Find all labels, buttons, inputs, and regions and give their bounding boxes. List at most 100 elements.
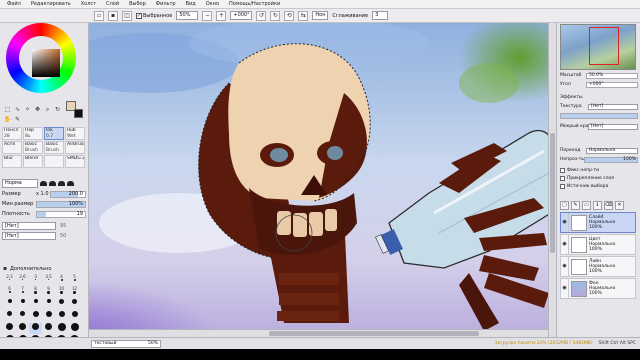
hand-icon[interactable]: ✋: [3, 115, 12, 124]
document-tab[interactable]: тестовый 50%: [91, 340, 161, 348]
brush-size-preset[interactable]: [42, 323, 55, 334]
brush-shape-flat-icon[interactable]: [58, 181, 65, 186]
select-icon[interactable]: ⬚: [3, 105, 12, 114]
brush-tool-airbrush[interactable]: AirBrush: [65, 141, 85, 154]
eye-icon[interactable]: ◉: [561, 257, 569, 276]
zoom-in-button[interactable]: +: [216, 10, 227, 21]
brush-tool-empty[interactable]: [44, 155, 64, 168]
menu-window[interactable]: Окно: [201, 1, 224, 7]
menu-file[interactable]: Файл: [2, 1, 26, 7]
layer-item[interactable]: ◉ Фон Нормально 100%: [560, 278, 636, 299]
nav-zoom-field[interactable]: 50.0%: [586, 72, 638, 79]
size-multiplier[interactable]: x 1.0: [36, 191, 50, 197]
eye-icon[interactable]: ◉: [561, 235, 569, 254]
zoom-out-button[interactable]: −: [202, 10, 213, 21]
brush-tool-blur[interactable]: Blur: [2, 155, 22, 168]
menu-canvas[interactable]: Холст: [76, 1, 101, 7]
blend-mode-select[interactable]: Нормально: [586, 147, 638, 154]
brush-size-preset[interactable]: [29, 311, 42, 322]
reset-rotation-button[interactable]: ⟲: [284, 10, 295, 21]
texture-scale-slider[interactable]: [560, 112, 638, 119]
move-icon[interactable]: ✥: [33, 105, 42, 114]
brush-tool-pen[interactable]: Пер 8ь: [23, 127, 43, 140]
advanced-toggle[interactable]: ▪ Дополнительно: [2, 266, 52, 273]
brush-size-preset[interactable]: [29, 299, 42, 310]
brush-tool-blend[interactable]: Blend: [23, 155, 43, 168]
eye-icon[interactable]: ◉: [561, 213, 569, 232]
layer-item[interactable]: ◉ Слой4 Нормально 100%: [560, 212, 636, 233]
clip-layer-row[interactable]: Прикрепление слоя: [560, 175, 638, 182]
brush-tool-pencil[interactable]: Пенсл 28: [2, 127, 22, 140]
fix-opacity-row[interactable]: Фикс непр-ти: [560, 167, 638, 174]
brush-size-preset[interactable]: [29, 323, 42, 334]
brush-size-preset[interactable]: [55, 323, 68, 334]
brush-size-preset[interactable]: 3.5: [42, 275, 55, 286]
navigator-preview[interactable]: [560, 24, 636, 70]
brush-tool-smdg[interactable]: SMDG 2: [65, 155, 85, 168]
brush-size-preset[interactable]: 7: [16, 287, 29, 298]
effects-header[interactable]: Эффекты: [560, 94, 638, 101]
drawing-canvas[interactable]: [89, 23, 551, 336]
zoom-icon[interactable]: ⌕: [43, 105, 52, 114]
brush-size-preset[interactable]: [3, 311, 16, 322]
clip-layer-checkbox[interactable]: [560, 176, 565, 181]
fix-opacity-checkbox[interactable]: [560, 168, 565, 173]
brush-size-preset[interactable]: 9: [42, 287, 55, 298]
color-wheel[interactable]: [6, 23, 76, 93]
brush-shape-round-icon[interactable]: [40, 181, 47, 186]
brush-size-preset[interactable]: 3: [29, 275, 42, 286]
flip-button[interactable]: ⇆: [298, 10, 309, 21]
secondary-color-swatch[interactable]: [74, 109, 83, 118]
new-folder-icon[interactable]: ▭: [582, 201, 591, 210]
brush-shape-hard-icon[interactable]: [67, 181, 74, 186]
brush-size-preset[interactable]: 10: [55, 287, 68, 298]
brush-size-preset[interactable]: 2.3: [3, 275, 16, 286]
horizontal-scroll-thumb[interactable]: [269, 331, 479, 336]
zoom-field[interactable]: 50%: [176, 11, 199, 20]
brush-size-preset[interactable]: 5: [68, 275, 81, 286]
stabilizer-mode-select[interactable]: Нон: [312, 11, 329, 20]
brush-size-preset[interactable]: [68, 311, 81, 322]
new-layer-icon[interactable]: ▢: [560, 201, 569, 210]
brush-size-preset[interactable]: [16, 299, 29, 310]
brush-size-preset[interactable]: 8: [29, 287, 42, 298]
rotate-right-button[interactable]: ↻: [270, 10, 281, 21]
brush-size-preset[interactable]: [55, 299, 68, 310]
delete-layer-icon[interactable]: ✕: [615, 201, 624, 210]
deselect-button[interactable]: ▫: [94, 10, 104, 21]
rotate-left-button[interactable]: ↺: [256, 10, 267, 21]
brush-tool-acrylic[interactable]: Acrili: [2, 141, 22, 154]
show-selection-button[interactable]: ◫: [122, 10, 132, 21]
brush-tool-basic-2[interactable]: Basic Brush: [44, 141, 64, 154]
selection-source-checkbox[interactable]: [560, 184, 565, 189]
wand-icon[interactable]: ✧: [23, 105, 32, 114]
brush-size-preset[interactable]: [55, 311, 68, 322]
brush-size-preset[interactable]: [68, 299, 81, 310]
smoothing-select[interactable]: 3: [372, 11, 389, 20]
layer-item[interactable]: ◉ Лайн Нормально 100%: [560, 256, 636, 277]
min-size-slider[interactable]: 100%: [36, 200, 86, 208]
brush-size-preset[interactable]: 6: [3, 287, 16, 298]
selection-source-row[interactable]: Источник выбора: [560, 183, 638, 190]
brush-size-preset[interactable]: [42, 299, 55, 310]
clear-layer-icon[interactable]: ⌫: [604, 201, 613, 210]
canvas-area[interactable]: [89, 23, 551, 338]
vertical-scroll-thumb[interactable]: [550, 133, 555, 253]
eyedropper-icon[interactable]: ✎: [13, 115, 22, 124]
layer-item[interactable]: ◉ Цвет Нормально 100%: [560, 234, 636, 255]
brush-size-preset[interactable]: [3, 323, 16, 334]
menu-filter[interactable]: Фильтр: [151, 1, 181, 7]
merge-down-icon[interactable]: ⇓: [593, 201, 602, 210]
brush-size-preset[interactable]: [3, 299, 16, 310]
eye-icon[interactable]: ◉: [561, 279, 569, 298]
brush-size-preset[interactable]: [42, 311, 55, 322]
layer-texture-select[interactable]: [Нет]: [588, 103, 638, 110]
nav-angle-field[interactable]: +000°: [586, 81, 638, 88]
menu-selection[interactable]: Выбор: [124, 1, 151, 7]
brush-tool-rub[interactable]: Rub Wet: [65, 127, 85, 140]
brush-size-preset[interactable]: [16, 323, 29, 334]
size-slider[interactable]: 200.0: [50, 190, 86, 198]
opacity-slider[interactable]: 100%: [584, 156, 638, 163]
new-linework-icon[interactable]: ✎: [571, 201, 580, 210]
saturation-value-square[interactable]: [32, 49, 60, 77]
